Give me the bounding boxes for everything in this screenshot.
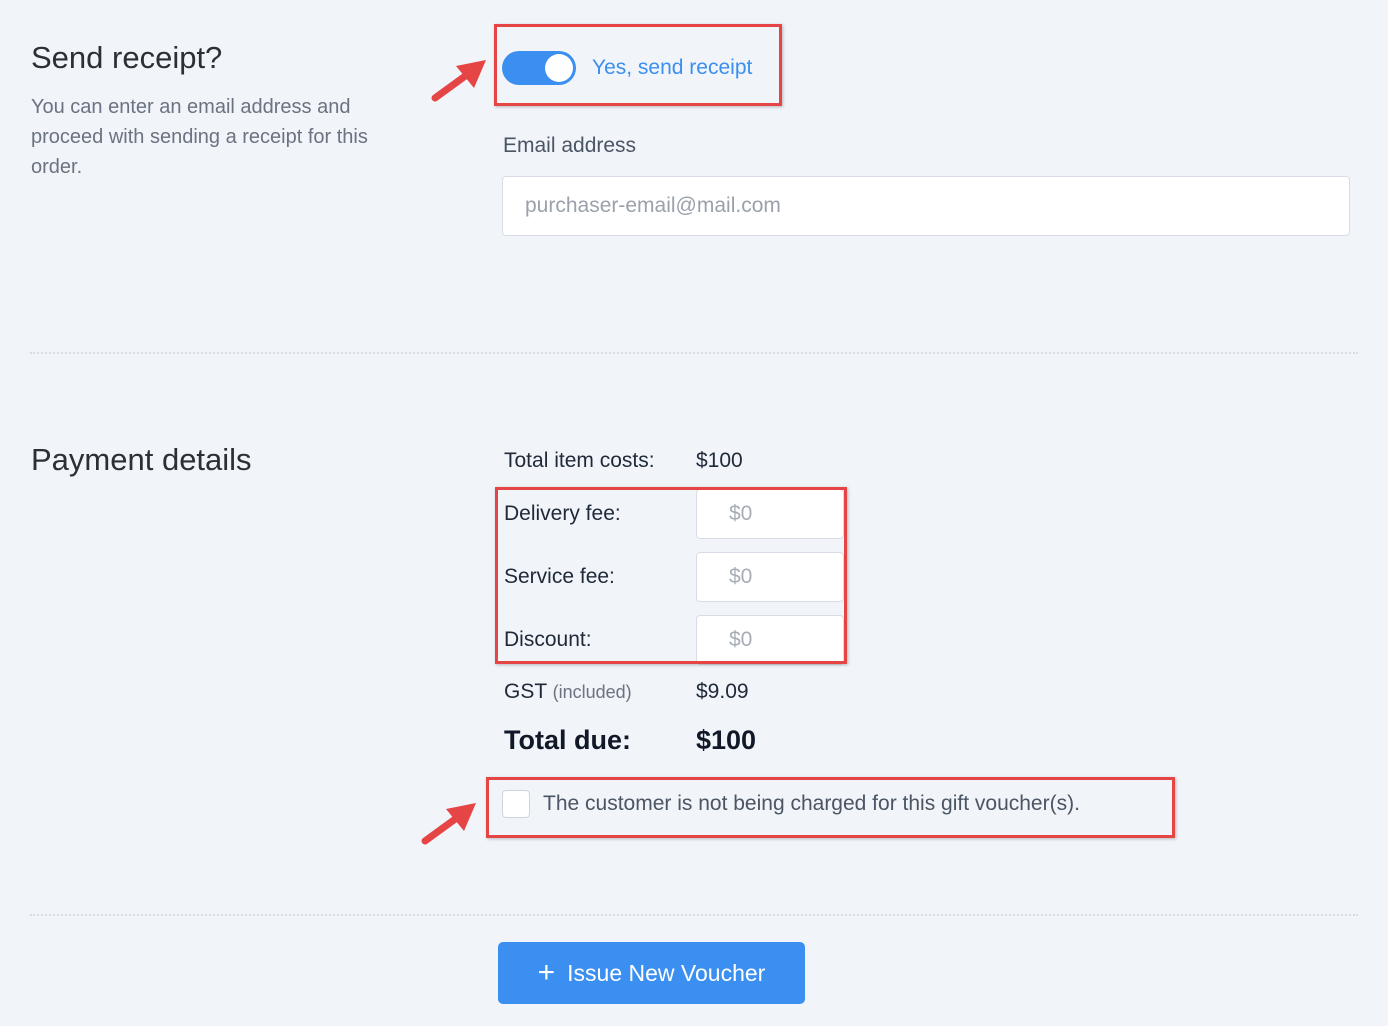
total-due-row: Total due: $100 (504, 722, 756, 758)
service-fee-input[interactable] (696, 552, 844, 602)
gst-included-note: (included) (552, 682, 632, 702)
total-item-costs-row: Total item costs: $100 (504, 446, 743, 476)
gst-value: $9.09 (696, 680, 749, 703)
email-address-label: Email address (503, 134, 637, 157)
total-item-costs-label: Total item costs: (504, 449, 655, 472)
section-divider (30, 352, 1358, 354)
discount-row: Discount: (504, 615, 844, 665)
delivery-fee-label: Delivery fee: (504, 502, 621, 525)
discount-label: Discount: (504, 628, 592, 651)
send-receipt-description: You can enter an email address and proce… (31, 96, 368, 178)
total-due-label: Total due: (504, 724, 631, 755)
issue-new-voucher-label: Issue New Voucher (567, 959, 766, 986)
no-charge-row[interactable]: The customer is not being charged for th… (502, 790, 1080, 818)
delivery-fee-row: Delivery fee: (504, 489, 844, 539)
annotation-arrow-icon (421, 803, 476, 845)
send-receipt-toggle-label[interactable]: Yes, send receipt (592, 56, 752, 80)
delivery-fee-input[interactable] (696, 489, 844, 539)
payment-details-title: Payment details (31, 442, 252, 477)
total-item-costs-value: $100 (696, 449, 743, 472)
annotation-arrow-icon (431, 60, 486, 102)
no-charge-checkbox[interactable] (502, 790, 530, 818)
email-address-input[interactable] (502, 176, 1350, 236)
voucher-form: Send receipt? You can enter an email add… (0, 0, 1388, 1026)
service-fee-row: Service fee: (504, 552, 844, 602)
issue-new-voucher-button[interactable]: + Issue New Voucher (498, 942, 805, 1004)
send-receipt-title: Send receipt? (31, 40, 223, 75)
gst-label: GST (504, 680, 547, 703)
total-due-value: $100 (696, 724, 757, 755)
service-fee-label: Service fee: (504, 565, 615, 588)
discount-input[interactable] (696, 615, 844, 665)
plus-icon: + (537, 956, 556, 989)
toggle-knob (545, 54, 573, 82)
gst-label-group: GST (included) (504, 680, 696, 704)
send-receipt-toggle-row[interactable]: Yes, send receipt (502, 50, 752, 86)
gst-row: GST (included) $9.09 (504, 677, 749, 707)
no-charge-label[interactable]: The customer is not being charged for th… (543, 792, 1080, 816)
send-receipt-toggle[interactable] (502, 51, 576, 85)
section-divider-bottom (30, 914, 1358, 916)
